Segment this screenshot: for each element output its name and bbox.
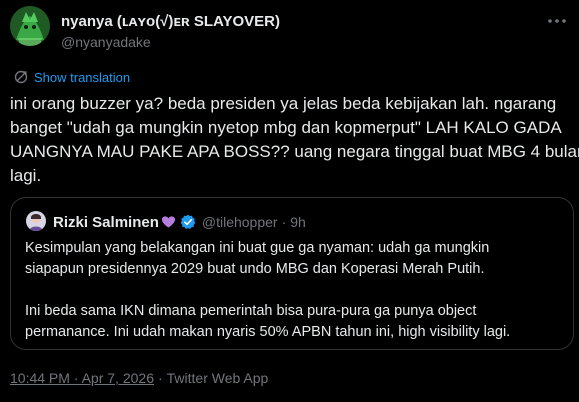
quote-header: Rizki Salminen @tilehopper · 9h [53,212,306,232]
author-avatar[interactable] [10,6,50,46]
more-options-button[interactable] [546,12,568,30]
tweet-timestamp-link[interactable]: 10:44 PM · Apr 7, 2026 [10,370,154,386]
footer-separator: · [157,370,163,386]
quote-time: 9h [290,214,306,230]
quote-text-line: Kesimpulan yang belakangan ini buat gue … [25,240,490,256]
purple-heart-icon [161,216,175,228]
tweet-text-line: ini orang buzzer ya? beda presiden ya je… [10,94,557,113]
quote-avatar-image [26,211,46,231]
verified-badge-icon [180,214,196,229]
tweet-footer: 10:44 PM · Apr 7, 2026 · Twitter Web App [10,370,268,386]
quote-author-handle: @tilehopper [201,214,278,230]
avatar-image [10,6,50,46]
quote-text-line: siapapun presidennya 2029 buat undo MBG … [25,261,485,277]
quote-text-line: Ini beda sama IKN dimana pemerintah bisa… [25,303,477,319]
more-dots-icon [548,19,566,23]
tweet-text-line: lagi. [10,166,42,185]
show-translation-label: Show translation [34,69,131,85]
tweet-text: ini orang buzzer ya? beda presiden ya je… [10,92,579,188]
quote-text-line: permanance. Ini udah makan nyaris 50% AP… [25,324,511,340]
quote-paragraph: Kesimpulan yang belakangan ini buat gue … [25,238,565,280]
tweet-text-line: UANGNYA MAU PAKE APA BOSS?? uang negara … [10,142,579,161]
quote-author-avatar [26,211,46,231]
translate-icon [14,70,28,84]
quote-paragraph: Ini beda sama IKN dimana pemerintah bisa… [25,301,565,343]
tweet: nyanya (ʟᴀʏᴏ(√)ᴇʀ SLAYOVER) @nyanyadake … [0,0,579,402]
quoted-tweet[interactable]: Rizki Salminen @tilehopper · 9h Kesimpul… [10,197,574,350]
quote-separator: · [281,214,287,230]
tweet-text-line: banget "udah ga mungkin nyetop mbg dan k… [10,118,562,137]
tweet-source: Twitter Web App [166,370,269,386]
show-translation-link[interactable]: Show translation [14,68,130,86]
author-name[interactable]: nyanya (ʟᴀʏᴏ(√)ᴇʀ SLAYOVER) [61,13,280,30]
author-handle[interactable]: @nyanyadake [61,34,151,50]
quote-author-name: Rizki Salminen [53,213,159,231]
quote-body: Kesimpulan yang belakangan ini buat gue … [25,238,565,343]
